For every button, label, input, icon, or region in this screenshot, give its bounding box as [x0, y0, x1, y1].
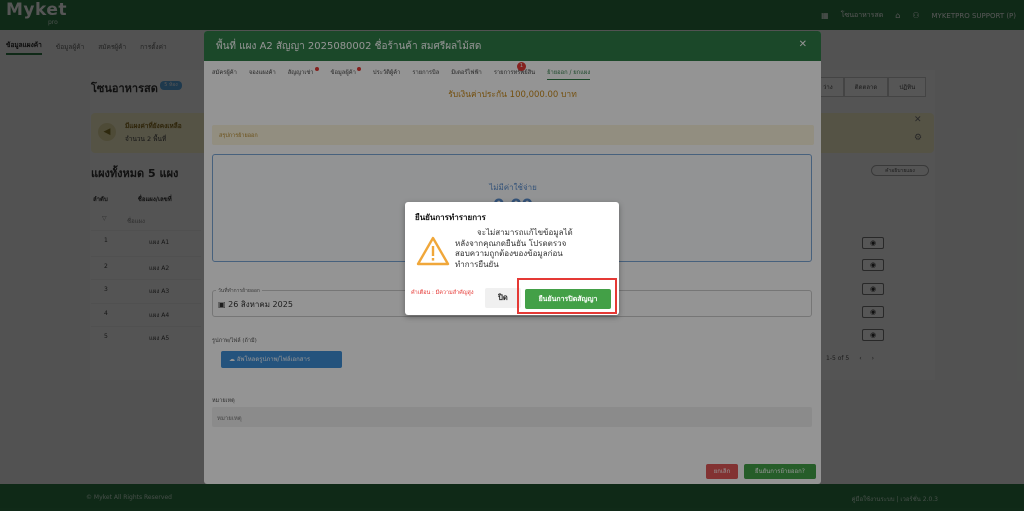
- message-line: หลังจากคุณกดยืนยัน โปรดตรวจ: [455, 238, 567, 248]
- confirm-dialog: ยืนยันการทำรายการ จะไม่สามารถแก้ไขข้อมูล…: [405, 202, 619, 315]
- dialog-title: ยืนยันการทำรายการ: [415, 213, 486, 222]
- message-line: สอบความถูกต้องของข้อมูลก่อน: [455, 249, 563, 258]
- dialog-message: จะไม่สามารถแก้ไขข้อมูลได้ หลังจากคุณกดยื…: [455, 228, 615, 270]
- dialog-close-button[interactable]: ปิด: [485, 288, 521, 308]
- importance-warning: คำเตือน : มีความสำคัญสูง: [411, 290, 474, 296]
- message-line: จะไม่สามารถแก้ไขข้อมูลได้: [477, 228, 573, 237]
- confirm-close-contract-button[interactable]: ยืนยันการปิดสัญญา: [525, 289, 611, 309]
- message-line: ทำการยืนยัน: [455, 259, 499, 269]
- warning-icon: [416, 236, 450, 266]
